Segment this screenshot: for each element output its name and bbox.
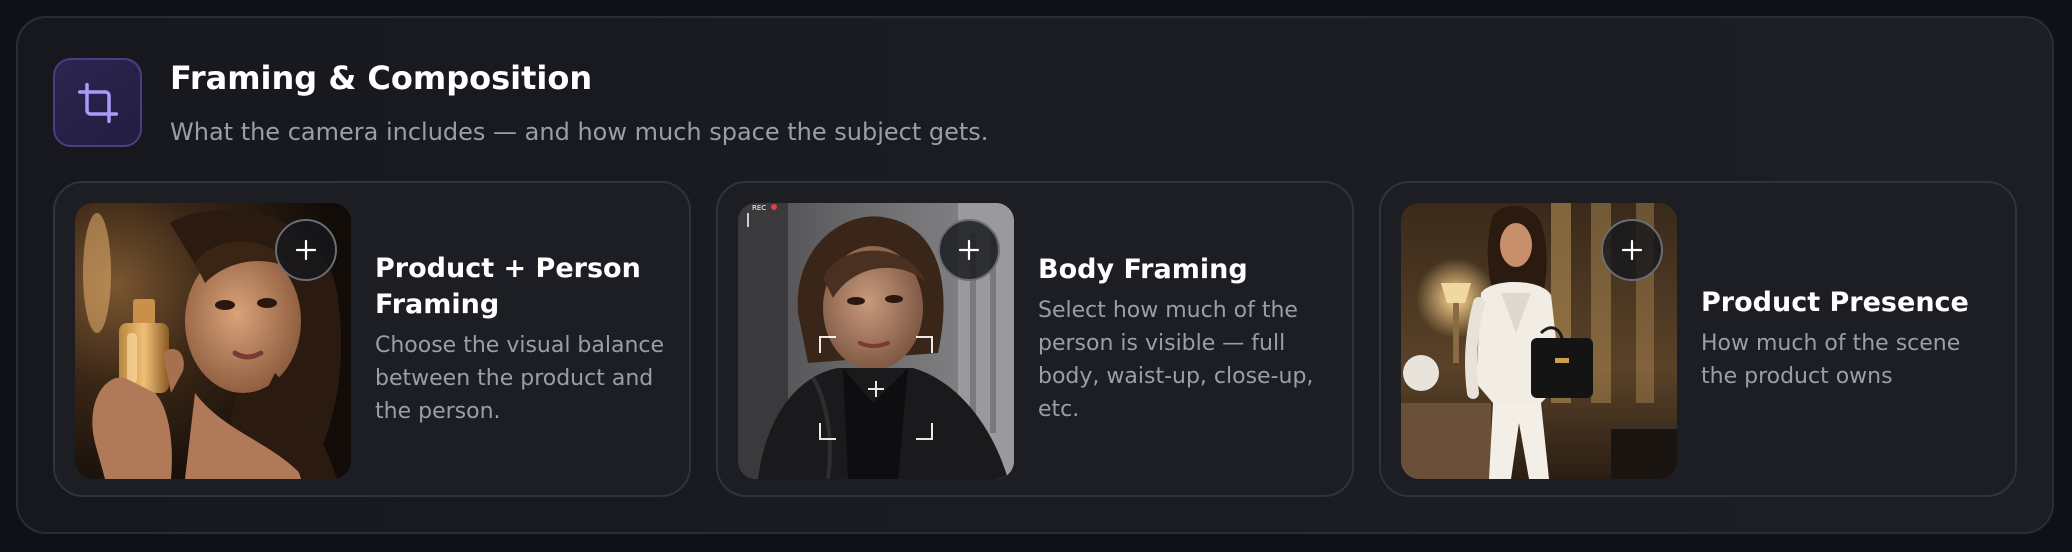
card-description: How much of the scene the product owns [1701, 331, 1961, 389]
section-title: Framing & Composition [170, 59, 593, 97]
card-title: Product + Person Framing [375, 253, 641, 320]
card-description: Select how much of the person is visible… [1038, 298, 1314, 422]
add-body-framing-button[interactable] [938, 219, 1000, 281]
add-product-person-framing-button[interactable] [275, 219, 337, 281]
card-description: Choose the visual balance between the pr… [375, 333, 665, 424]
section-subtitle: What the camera includes — and how much … [170, 118, 989, 146]
viewfinder-label: REC [752, 204, 766, 212]
add-product-presence-button[interactable] [1601, 219, 1663, 281]
crop-icon [53, 58, 142, 147]
plus-icon [295, 239, 317, 261]
card-title: Body Framing [1038, 254, 1248, 285]
product-person-framing-card[interactable]: Product + Person Framing Choose the visu… [53, 181, 691, 497]
plus-icon [1621, 239, 1643, 261]
card-title: Product Presence [1701, 287, 1969, 318]
plus-icon [958, 239, 980, 261]
product-presence-card[interactable]: Product Presence How much of the scene t… [1379, 181, 2017, 497]
body-framing-card[interactable]: REC Body Framing Select how much of the … [716, 181, 1354, 497]
